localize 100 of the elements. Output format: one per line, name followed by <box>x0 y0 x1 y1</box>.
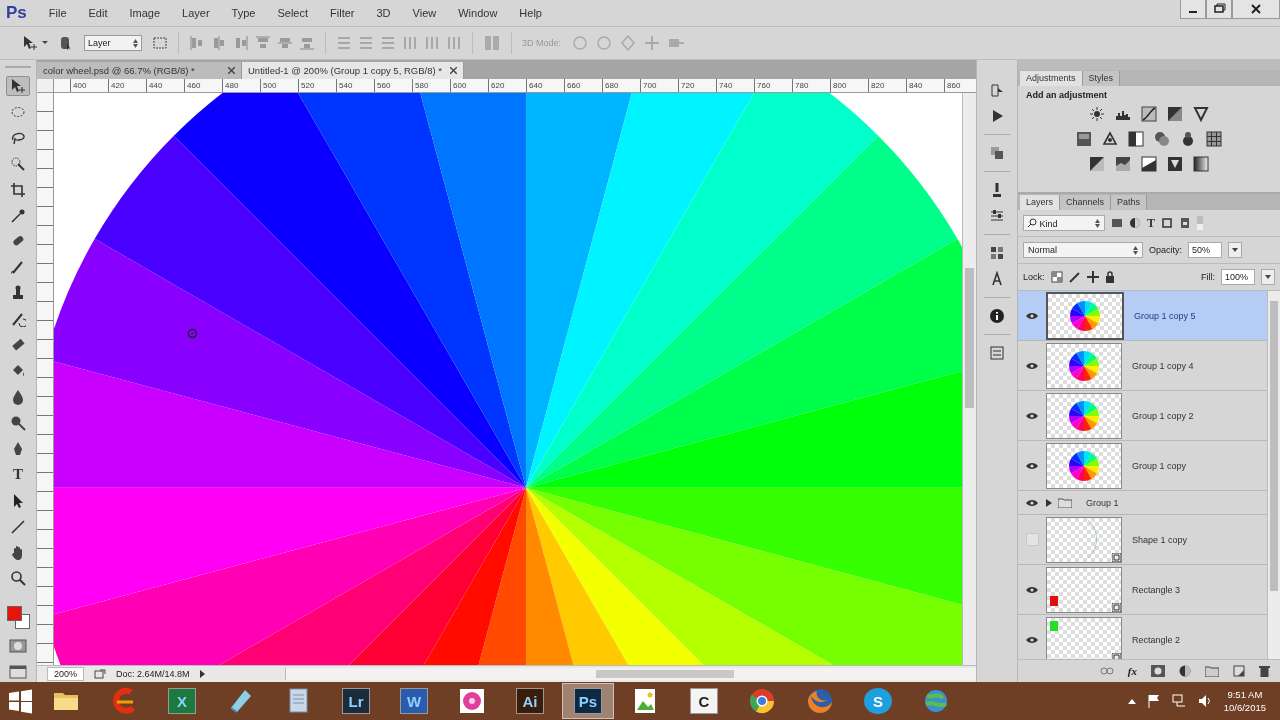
menu-item[interactable]: 3D <box>368 5 399 21</box>
sliders-icon[interactable] <box>989 208 1005 224</box>
trash-icon[interactable] <box>1259 665 1270 677</box>
layer-select[interactable]: Layer <box>84 35 142 51</box>
blend-mode-dropdown[interactable]: Normal <box>1023 242 1143 258</box>
type-tool[interactable]: T <box>6 464 30 485</box>
invert-icon[interactable] <box>1089 156 1105 172</box>
menu-item[interactable]: Help <box>511 5 550 21</box>
document-tab[interactable]: color wheel.psd @ 66.7% (RGB/8) * <box>37 62 242 79</box>
layers-scrollbar[interactable] <box>1267 291 1280 659</box>
hue-saturation-icon[interactable] <box>1076 131 1092 147</box>
scroll-thumb[interactable] <box>1270 301 1278 591</box>
network-icon[interactable] <box>1171 694 1186 708</box>
grid-icon[interactable] <box>1206 131 1222 147</box>
history-icon[interactable] <box>989 82 1005 98</box>
menu-arrow-icon[interactable] <box>199 670 205 678</box>
layer-row[interactable]: Shape 1 copy <box>1018 515 1267 565</box>
fx-button[interactable]: fx <box>1127 665 1137 677</box>
scroll-thumb[interactable] <box>596 670 735 678</box>
letter-tile-app-button[interactable]: Lr <box>330 683 382 719</box>
layer-row[interactable]: Group 1 <box>1018 491 1267 515</box>
eye-icon[interactable] <box>1026 361 1038 370</box>
eye-icon[interactable] <box>1026 498 1038 507</box>
panel-tab[interactable]: Paths <box>1111 195 1148 210</box>
document-tab[interactable]: Untitled-1 @ 200% (Group 1 copy 5, RGB/8) * <box>242 62 464 79</box>
eye-icon[interactable] <box>1026 585 1038 594</box>
letter-tile-app-button[interactable]: W <box>388 683 440 719</box>
lock-all-icon[interactable] <box>1104 271 1115 283</box>
export-icon[interactable] <box>94 669 107 679</box>
threshold-icon[interactable] <box>1141 156 1157 172</box>
brightness-icon[interactable] <box>1089 106 1105 122</box>
gradient-map-icon[interactable] <box>1193 156 1209 172</box>
balance-icon[interactable] <box>1102 131 1118 147</box>
menu-item[interactable]: Layer <box>174 5 218 21</box>
menu-item[interactable]: Window <box>450 5 506 21</box>
menu-item[interactable]: Select <box>269 5 317 21</box>
menu-item[interactable]: View <box>404 5 445 21</box>
restore-button[interactable] <box>1206 0 1232 19</box>
swatch-grid-icon[interactable] <box>989 245 1005 261</box>
properties-icon[interactable] <box>989 345 1005 361</box>
fill-field[interactable]: 100% <box>1221 269 1255 285</box>
zoom-field[interactable]: 200% <box>47 667 85 681</box>
adjustment-filter-icon[interactable] <box>1129 217 1141 229</box>
menu-item[interactable]: Type <box>223 5 264 21</box>
minimize-button[interactable] <box>1180 0 1206 19</box>
opacity-field[interactable]: 50% <box>1188 242 1222 258</box>
move-tool-icon[interactable] <box>22 35 48 51</box>
adjustment-layer-icon[interactable] <box>1179 665 1191 677</box>
close-button[interactable] <box>1232 0 1280 19</box>
move-tool[interactable] <box>6 76 30 96</box>
panel-tab[interactable]: Styles <box>1082 71 1121 86</box>
filter-icon[interactable] <box>1154 131 1170 147</box>
layer-row[interactable]: Group 1 copy 2 <box>1018 391 1267 441</box>
eye-icon[interactable] <box>1026 461 1038 470</box>
fill-dropdown-button[interactable] <box>1261 269 1275 285</box>
exposure-icon[interactable] <box>1167 106 1183 122</box>
new-layer-icon[interactable] <box>1233 665 1245 677</box>
show-hidden-icons-button[interactable] <box>1127 698 1136 704</box>
lock-brush-icon[interactable] <box>1068 271 1081 283</box>
lock-position-icon[interactable] <box>1086 271 1099 283</box>
panel-tab[interactable]: Adjustments <box>1020 71 1083 86</box>
layer-row[interactable]: Group 1 copy 5 <box>1018 291 1267 341</box>
menu-item[interactable]: Edit <box>80 5 116 21</box>
vertical-scrollbar[interactable] <box>962 93 976 665</box>
menu-item[interactable]: Image <box>121 5 169 21</box>
type-filter-icon[interactable]: T <box>1147 215 1155 231</box>
close-icon[interactable] <box>228 67 235 74</box>
eye-icon[interactable] <box>1026 311 1038 320</box>
letter-tile-app-button[interactable]: Ps <box>562 683 614 719</box>
clone-source-icon[interactable] <box>989 145 1005 161</box>
clock[interactable]: 9:51 AM 10/6/2015 <box>1223 688 1266 714</box>
mixer-icon[interactable] <box>1180 131 1196 147</box>
image-filter-icon[interactable] <box>1111 217 1123 229</box>
layer-row[interactable]: Group 1 copy 4 <box>1018 341 1267 391</box>
letter-tile-app-button[interactable]: C <box>678 683 730 719</box>
filter-toggle[interactable] <box>1197 216 1203 230</box>
scroll-thumb[interactable] <box>965 268 974 408</box>
shape-filter-icon[interactable] <box>1161 217 1173 229</box>
triangle-icon[interactable] <box>1193 106 1209 122</box>
opacity-dropdown-button[interactable] <box>1228 242 1242 258</box>
half-square-icon[interactable] <box>1128 131 1144 147</box>
layer-row[interactable]: Rectangle 3 <box>1018 565 1267 615</box>
folder-icon[interactable] <box>1205 665 1219 677</box>
paragraph-icon[interactable] <box>989 271 1005 287</box>
menu-item[interactable]: File <box>40 5 75 21</box>
flag-icon[interactable] <box>1147 694 1160 708</box>
close-icon[interactable] <box>449 67 457 74</box>
smart-object-filter-icon[interactable] <box>1179 217 1191 229</box>
horizontal-scrollbar[interactable] <box>284 668 976 680</box>
letter-tile-app-button[interactable]: Ai <box>504 683 556 719</box>
lock-transparency-icon[interactable] <box>1050 271 1063 283</box>
menu-item[interactable]: Filter <box>322 5 363 21</box>
mask-icon[interactable] <box>1151 665 1165 677</box>
info-icon[interactable] <box>989 308 1005 324</box>
link-icon[interactable] <box>1099 667 1114 675</box>
panel-tab[interactable]: Layers <box>1020 195 1060 210</box>
layer-row[interactable]: Rectangle 2 <box>1018 615 1267 659</box>
foreground-swatch[interactable] <box>7 606 22 622</box>
eye-icon[interactable] <box>1026 635 1038 644</box>
eye-icon[interactable] <box>1026 411 1038 420</box>
